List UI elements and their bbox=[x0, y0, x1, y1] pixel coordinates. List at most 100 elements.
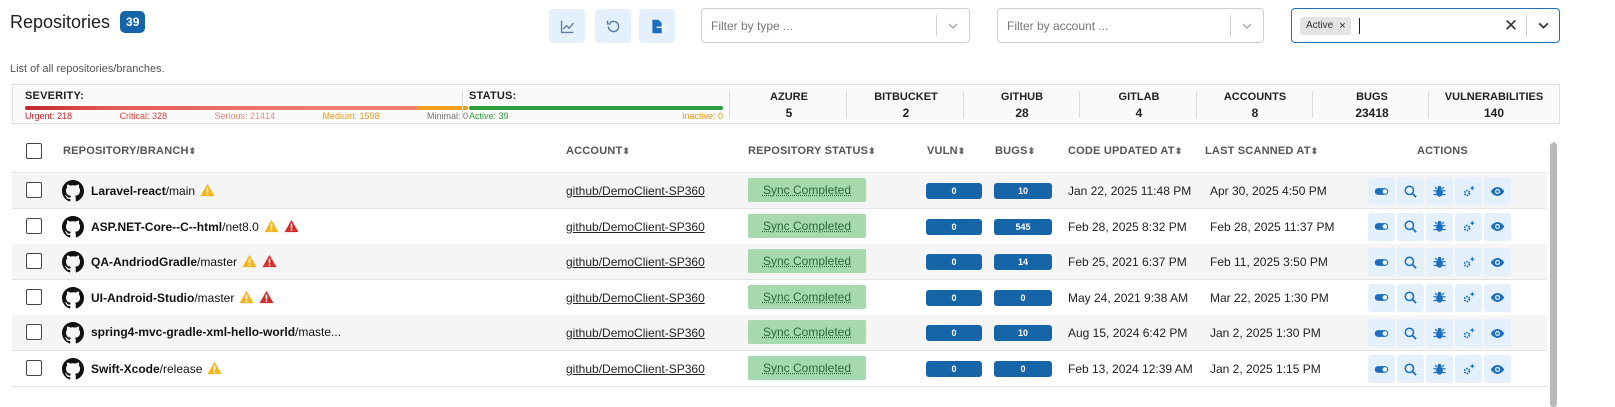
table-row: QA-AndriodGradle/master github/DemoClient… bbox=[12, 244, 1547, 281]
vuln-count[interactable]: 0 bbox=[926, 218, 982, 235]
repository-branch[interactable]: Laravel-react/main bbox=[91, 183, 215, 198]
text-caret bbox=[1358, 17, 1360, 34]
account-link[interactable]: github/DemoClient-SP360 bbox=[566, 220, 705, 234]
repository-branch[interactable]: QA-AndriodGradle/master bbox=[91, 254, 277, 269]
toggle-button[interactable] bbox=[1368, 283, 1395, 312]
severity-critical: Critical: 328 bbox=[119, 111, 168, 121]
account-link[interactable]: github/DemoClient-SP360 bbox=[566, 184, 705, 198]
row-checkbox[interactable] bbox=[26, 182, 42, 198]
account-filter-select[interactable]: Filter by account ... bbox=[997, 8, 1264, 43]
eye-button[interactable] bbox=[1484, 248, 1511, 277]
row-checkbox[interactable] bbox=[26, 324, 42, 341]
repository-count-badge: 39 bbox=[120, 11, 146, 33]
column-header-status[interactable]: REPOSITORY STATUS⬍ bbox=[748, 145, 876, 157]
bug-button[interactable] bbox=[1426, 248, 1453, 277]
export-button[interactable] bbox=[639, 9, 675, 43]
code-updated-at: Aug 15, 2024 6:42 PM bbox=[1068, 326, 1188, 341]
eye-button[interactable] bbox=[1484, 283, 1511, 312]
bugs-count[interactable]: 10 bbox=[994, 325, 1052, 342]
column-header-code-updated[interactable]: CODE UPDATED AT⬍ bbox=[1068, 145, 1182, 157]
row-checkbox[interactable] bbox=[26, 360, 42, 376]
vuln-count[interactable]: 0 bbox=[926, 361, 982, 377]
account-link[interactable]: github/DemoClient-SP360 bbox=[566, 326, 705, 340]
repository-name[interactable]: ASP.NET-Core--C--html bbox=[91, 220, 222, 234]
account-link[interactable]: github/DemoClient-SP360 bbox=[566, 255, 705, 269]
divider bbox=[1312, 91, 1313, 118]
repository-name[interactable]: Laravel-react bbox=[91, 184, 166, 198]
status-filter-select[interactable]: Active × ✕ bbox=[1291, 8, 1560, 43]
repository-branch[interactable]: spring4-mvc-gradle-xml-hello-world/maste… bbox=[91, 325, 341, 339]
column-header-bugs[interactable]: BUGS⬍ bbox=[995, 145, 1035, 157]
stat-value: 2 bbox=[902, 106, 910, 120]
settings-sparkle-button[interactable] bbox=[1455, 212, 1482, 241]
repository-branch[interactable]: ASP.NET-Core--C--html/net8.0 bbox=[91, 219, 299, 234]
eye-button[interactable] bbox=[1484, 212, 1511, 241]
toggle-button[interactable] bbox=[1368, 355, 1395, 383]
bug-button[interactable] bbox=[1426, 212, 1453, 241]
bugs-count[interactable]: 14 bbox=[994, 254, 1052, 271]
toggle-button[interactable] bbox=[1368, 248, 1395, 277]
repository-name[interactable]: QA-AndriodGradle bbox=[91, 255, 197, 269]
repository-name[interactable]: spring4-mvc-gradle-xml-hello-world bbox=[91, 325, 295, 339]
bugs-count[interactable]: 10 bbox=[994, 183, 1052, 199]
settings-sparkle-button[interactable] bbox=[1455, 283, 1482, 312]
eye-button[interactable] bbox=[1484, 355, 1511, 383]
eye-button[interactable] bbox=[1484, 177, 1511, 205]
type-filter-select[interactable]: Filter by type ... bbox=[701, 8, 970, 43]
select-all-checkbox[interactable] bbox=[26, 143, 42, 159]
toggle-button[interactable] bbox=[1368, 319, 1395, 348]
eye-button[interactable] bbox=[1484, 319, 1511, 348]
bug-button[interactable] bbox=[1426, 355, 1453, 383]
search-button[interactable] bbox=[1397, 355, 1424, 383]
vertical-scrollbar[interactable] bbox=[1550, 143, 1557, 407]
row-checkbox[interactable] bbox=[26, 217, 42, 234]
chart-line-icon bbox=[560, 20, 574, 33]
settings-sparkle-button[interactable] bbox=[1455, 248, 1482, 277]
settings-sparkle-button[interactable] bbox=[1455, 319, 1482, 348]
settings-sparkle-button[interactable] bbox=[1455, 355, 1482, 383]
row-actions bbox=[1368, 177, 1511, 205]
search-button[interactable] bbox=[1397, 283, 1424, 312]
search-button[interactable] bbox=[1397, 248, 1424, 277]
code-updated-at: Feb 13, 2024 12:39 AM bbox=[1068, 362, 1193, 376]
repository-branch[interactable]: Swift-Xcode/release bbox=[91, 361, 222, 376]
search-button[interactable] bbox=[1397, 212, 1424, 241]
bugs-count[interactable]: 545 bbox=[994, 218, 1052, 235]
repository-branch[interactable]: UI-Android-Studio/master bbox=[91, 290, 274, 305]
vuln-count[interactable]: 0 bbox=[926, 183, 982, 199]
bugs-count[interactable]: 0 bbox=[994, 361, 1052, 377]
repository-name[interactable]: Swift-Xcode bbox=[91, 362, 160, 376]
github-icon bbox=[62, 358, 84, 380]
row-checkbox[interactable] bbox=[26, 288, 42, 305]
bug-button[interactable] bbox=[1426, 177, 1453, 205]
search-button[interactable] bbox=[1397, 319, 1424, 348]
stat-value: 4 bbox=[1135, 106, 1143, 120]
vuln-count[interactable]: 0 bbox=[926, 254, 982, 271]
repository-name[interactable]: UI-Android-Studio bbox=[91, 291, 194, 305]
column-header-repository[interactable]: REPOSITORY/BRANCH⬍ bbox=[63, 145, 196, 157]
analytics-button[interactable] bbox=[549, 9, 585, 43]
column-header-vuln[interactable]: VULN⬍ bbox=[927, 145, 966, 157]
settings-sparkle-button[interactable] bbox=[1455, 177, 1482, 205]
vuln-count[interactable]: 0 bbox=[926, 289, 982, 306]
column-header-last-scanned[interactable]: LAST SCANNED AT⬍ bbox=[1205, 145, 1318, 157]
refresh-button[interactable] bbox=[595, 9, 631, 43]
chip-remove-icon[interactable]: × bbox=[1339, 20, 1345, 32]
clear-icon[interactable]: ✕ bbox=[1496, 16, 1526, 36]
bug-button[interactable] bbox=[1426, 283, 1453, 312]
column-header-account[interactable]: ACCOUNT⬍ bbox=[566, 145, 630, 157]
chevron-down-icon[interactable] bbox=[937, 20, 969, 32]
bug-button[interactable] bbox=[1426, 319, 1453, 348]
search-button[interactable] bbox=[1397, 177, 1424, 205]
chevron-down-icon[interactable] bbox=[1527, 19, 1559, 32]
account-link[interactable]: github/DemoClient-SP360 bbox=[566, 362, 705, 376]
toggle-button[interactable] bbox=[1368, 212, 1395, 241]
scroll-up-arrow[interactable] bbox=[1550, 135, 1558, 146]
vuln-count[interactable]: 0 bbox=[926, 325, 982, 342]
row-checkbox[interactable] bbox=[26, 253, 42, 270]
severity-label: SEVERITY: bbox=[25, 90, 85, 102]
toggle-button[interactable] bbox=[1368, 177, 1395, 205]
account-link[interactable]: github/DemoClient-SP360 bbox=[566, 291, 705, 305]
bugs-count[interactable]: 0 bbox=[994, 289, 1052, 306]
chevron-down-icon[interactable] bbox=[1231, 20, 1263, 32]
